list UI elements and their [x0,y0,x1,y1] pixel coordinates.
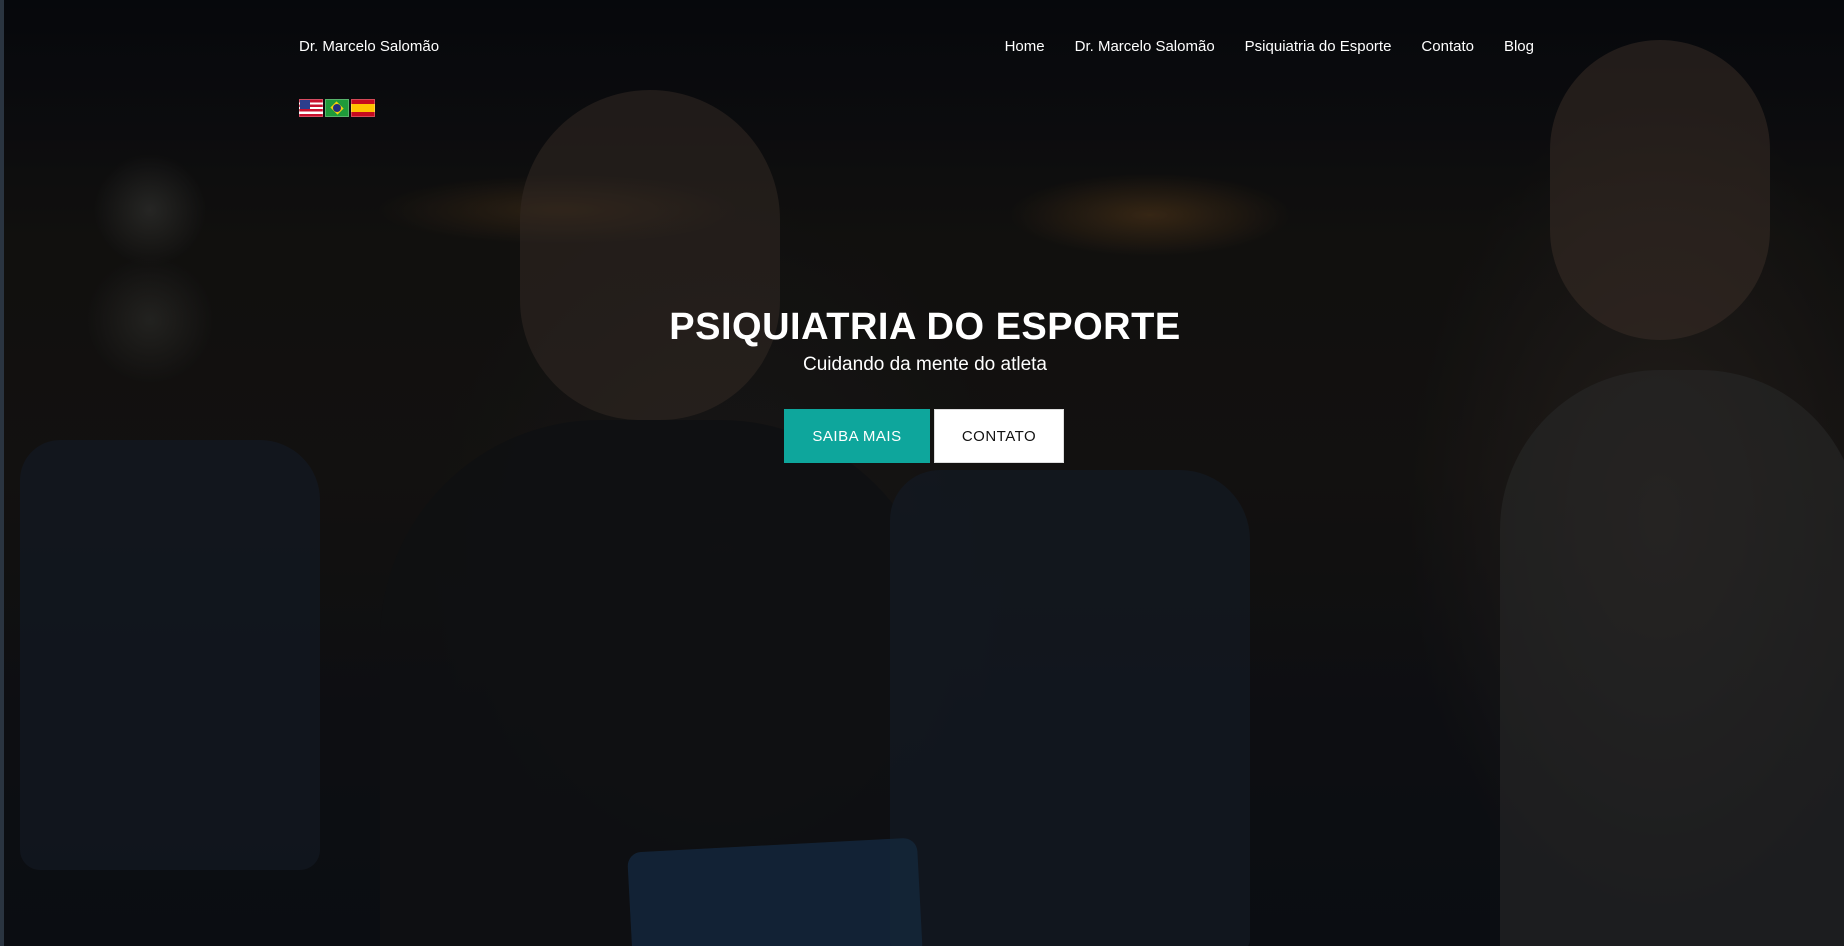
nav-item-blog[interactable]: Blog [1504,38,1534,55]
brazil-flag-icon[interactable] [325,99,349,117]
window-edge [0,0,4,946]
nav-item-psiquiatria-esporte[interactable]: Psiquiatria do Esporte [1245,38,1392,55]
saiba-mais-button[interactable]: SAIBA MAIS [784,409,930,463]
us-flag-icon[interactable] [299,99,323,117]
spain-flag-icon[interactable] [351,99,375,117]
nav-item-dr-marcelo[interactable]: Dr. Marcelo Salomão [1075,38,1215,55]
site-brand-link[interactable]: Dr. Marcelo Salomão [299,38,439,55]
hero-overlay [0,0,1844,946]
hero-section: Dr. Marcelo Salomão Home Dr. Marcelo Sal… [0,0,1844,946]
nav-item-contato[interactable]: Contato [1421,38,1474,55]
language-switcher [299,99,375,117]
hero-subtitle: Cuidando da mente do atleta [802,354,1047,375]
contato-button[interactable]: CONTATO [934,409,1064,463]
main-nav: Home Dr. Marcelo Salomão Psiquiatria do … [1005,38,1534,55]
hero-title: PSIQUIATRIA DO ESPORTE [669,306,1181,348]
nav-item-home[interactable]: Home [1005,38,1045,55]
